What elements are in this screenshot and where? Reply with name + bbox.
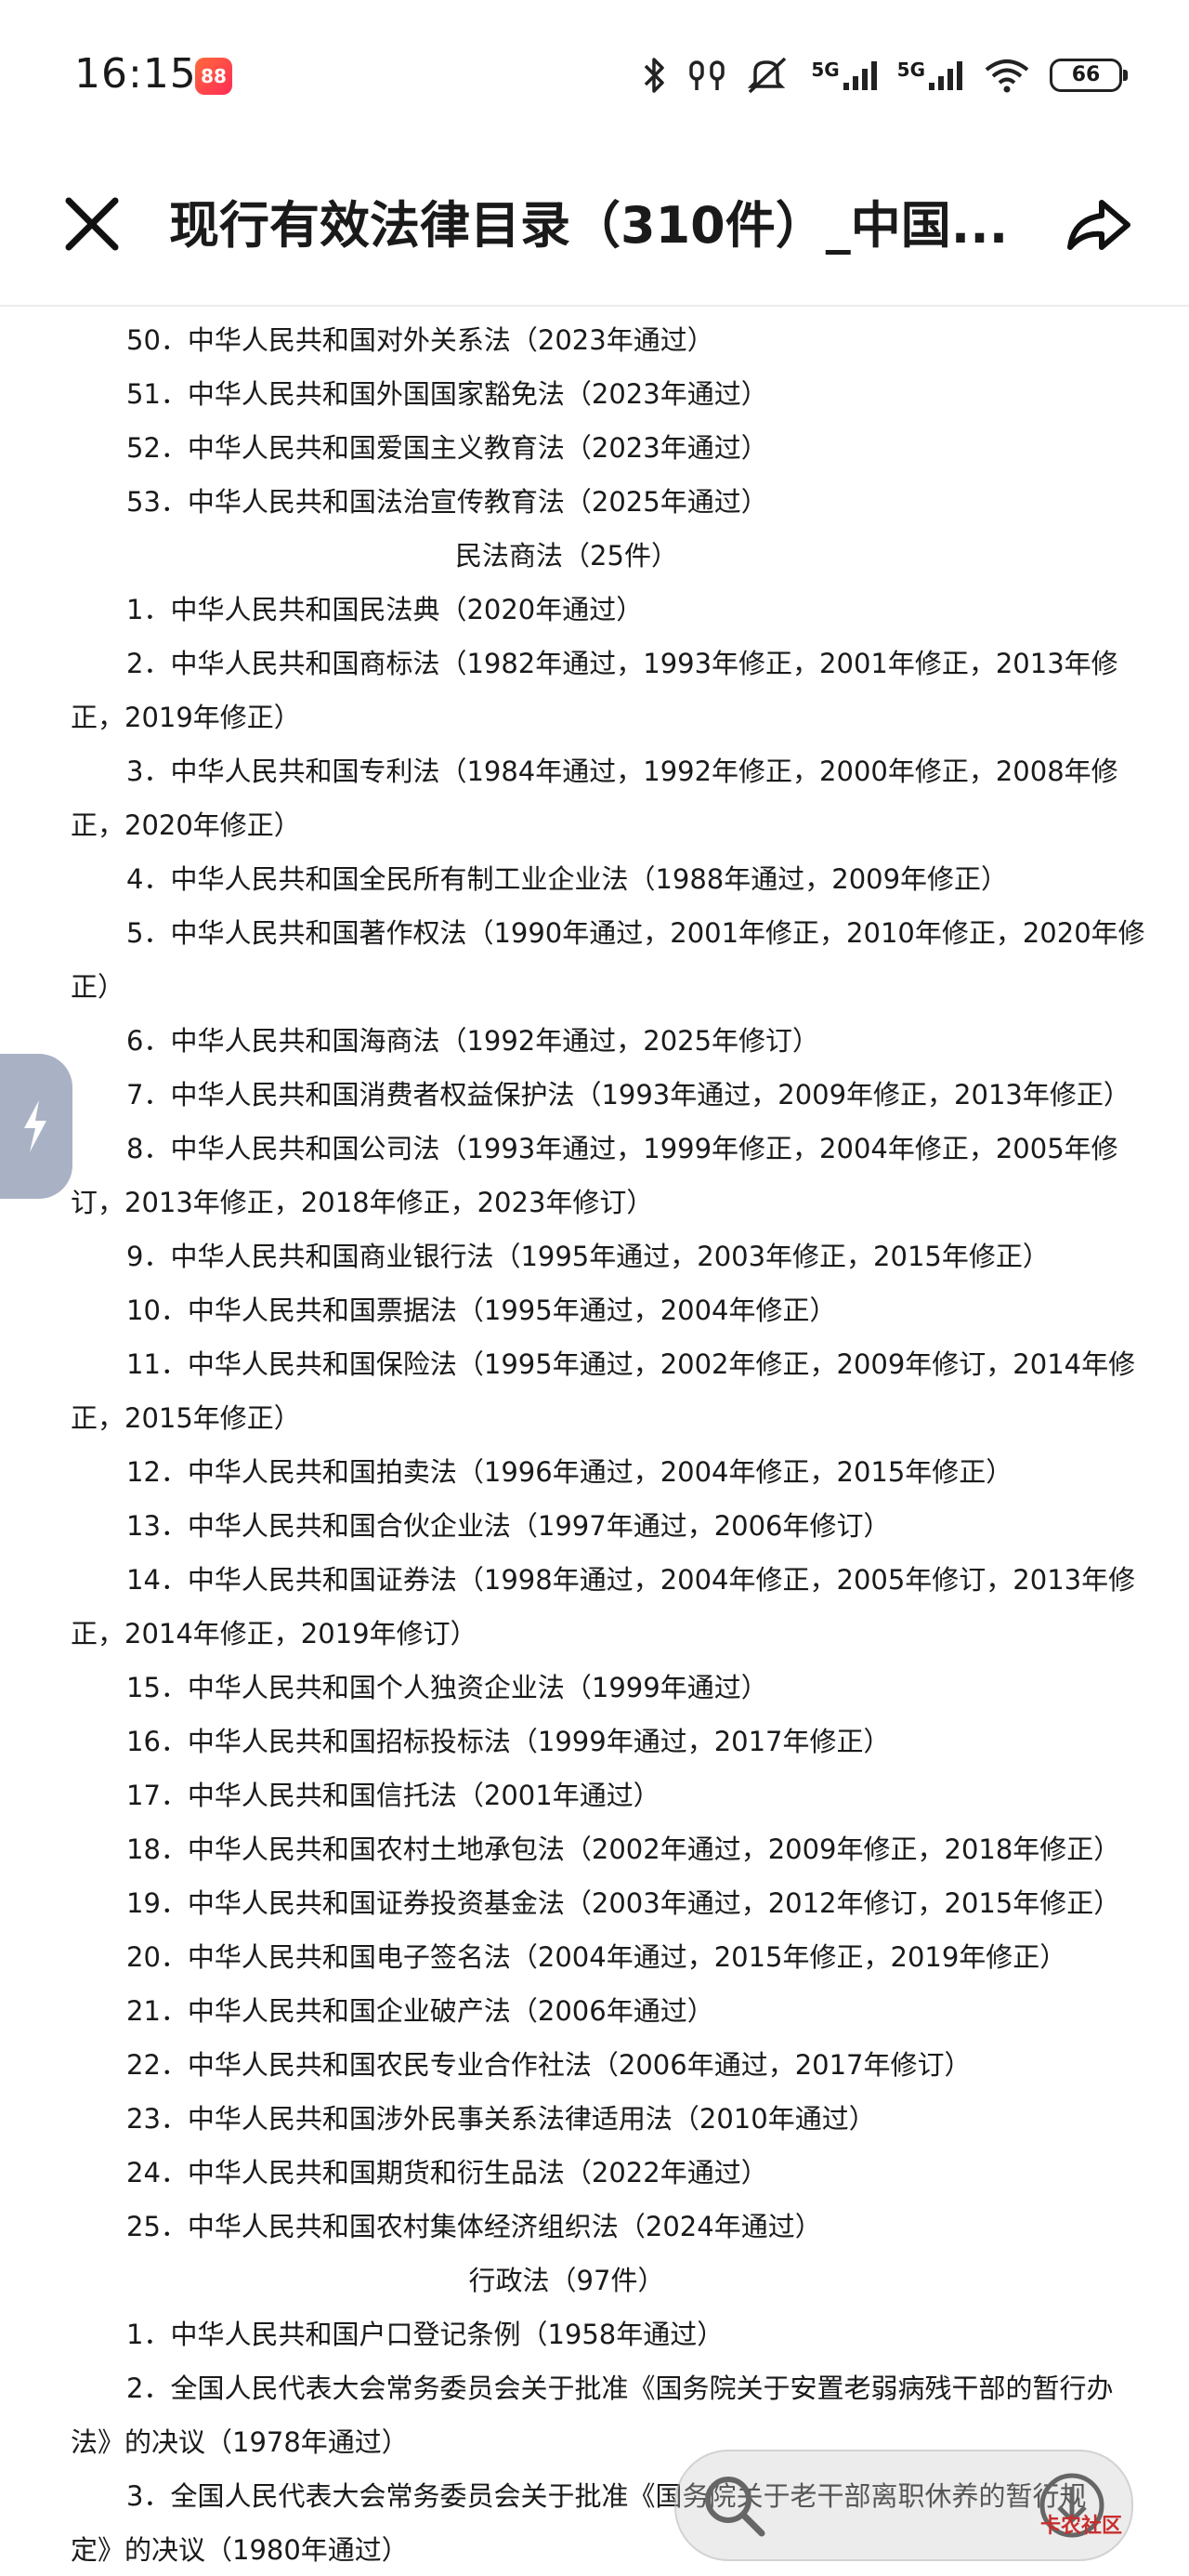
list-item: 13．中华人民共和国合伙企业法（1997年通过，2006年修订） (126, 1510, 891, 1542)
list-item: 18．中华人民共和国农村土地承包法（2002年通过，2009年修正，2018年修… (126, 1833, 1121, 1865)
list-item-continuation: 正） (71, 971, 125, 1003)
list-item: 22．中华人民共和国农民专业合作社法（2006年通过，2017年修订） (126, 2049, 972, 2081)
wifi-icon (983, 57, 1031, 94)
list-item: 10．中华人民共和国票据法（1995年通过，2004年修正） (126, 1295, 837, 1326)
list-item: 53．中华人民共和国法治宣传教育法（2025年通过） (126, 486, 768, 518)
list-item: 16．中华人民共和国招标投标法（1999年通过，2017年修正） (126, 1726, 891, 1757)
list-item: 5．中华人民共和国著作权法（1990年通过，2001年修正，2010年修正，20… (126, 917, 1145, 949)
list-item: 1．中华人民共和国户口登记条例（1958年通过） (126, 2319, 725, 2350)
list-item: 25．中华人民共和国农村集体经济组织法（2024年通过） (126, 2211, 822, 2242)
list-item: 20．中华人民共和国电子签名法（2004年通过，2015年修正，2019年修正） (126, 1941, 1067, 1973)
list-item: 9．中华人民共和国商业银行法（1995年通过，2003年修正，2015年修正） (126, 1241, 1050, 1272)
close-button[interactable] (56, 188, 128, 260)
side-quick-action-handle[interactable] (0, 1054, 72, 1199)
page-title: 现行有效法律目录（310件）_中国... (169, 196, 1009, 255)
list-item: 17．中华人民共和国信托法（2001年通过） (126, 1780, 660, 1811)
status-bar: 16:15 88 5G 5G 66 (0, 0, 1189, 149)
list-item: 6．中华人民共和国海商法（1992年通过，2025年修订） (126, 1025, 820, 1057)
list-item: 11．中华人民共和国保险法（1995年通过，2002年修正，2009年修订，20… (126, 1348, 1136, 1380)
list-item: 24．中华人民共和国期货和衍生品法（2022年通过） (126, 2157, 768, 2188)
bluetooth-icon (640, 55, 668, 96)
list-item-continuation: 正，2020年修正） (71, 809, 301, 841)
list-item: 12．中华人民共和国拍卖法（1996年通过，2004年修正，2015年修正） (126, 1456, 1013, 1488)
list-item-continuation: 正，2019年修正） (71, 702, 301, 733)
share-button[interactable] (1059, 186, 1137, 264)
status-icons: 5G 5G 66 (640, 52, 1128, 99)
list-item: 1．中华人民共和国民法典（2020年通过） (126, 594, 644, 625)
list-item: 7．中华人民共和国消费者权益保护法（1993年通过，2009年修正，2013年修… (126, 1079, 1130, 1111)
share-icon (1067, 200, 1130, 250)
signal-icon-2: 5G (897, 59, 964, 92)
list-item-continuation: 订，2013年修正，2018年修正，2023年修订） (71, 1187, 654, 1218)
watermark-logo: 卡农社区 (1040, 2515, 1123, 2538)
battery-icon: 66 (1050, 59, 1128, 92)
list-item: 52．中华人民共和国爱国主义教育法（2023年通过） (126, 432, 768, 464)
list-item: 14．中华人民共和国证券法（1998年通过，2004年修正，2005年修订，20… (126, 1564, 1136, 1596)
list-item: 19．中华人民共和国证券投资基金法（2003年通过，2012年修订，2015年修… (126, 1887, 1121, 1919)
search-icon[interactable] (695, 2466, 773, 2544)
list-item: 2．全国人民代表大会常务委员会关于批准《国务院关于安置老弱病残干部的暂行办 (126, 2372, 1114, 2404)
article-content: 50．中华人民共和国对外关系法（2023年通过） 51．中华人民共和国外国国家豁… (0, 307, 1189, 2576)
app-notification-icon: 88 (195, 58, 232, 95)
status-time: 16:15 (74, 50, 197, 98)
signal-icon-1: 5G (811, 59, 878, 92)
list-item: 3．中华人民共和国专利法（1984年通过，1992年修正，2000年修正，200… (126, 756, 1118, 787)
list-item: 50．中华人民共和国对外关系法（2023年通过） (126, 324, 714, 356)
list-item: 2．中华人民共和国商标法（1982年通过，1993年修正，2001年修正，201… (126, 648, 1118, 679)
floating-control-pill[interactable] (674, 2450, 1133, 2561)
list-item-continuation: 正，2014年修正，2019年修订） (71, 1618, 477, 1649)
list-item: 51．中华人民共和国外国国家豁免法（2023年通过） (126, 378, 768, 410)
section-heading: 行政法（97件） (468, 2265, 665, 2296)
title-bar: 现行有效法律目录（310件）_中国... (0, 149, 1189, 307)
list-item: 8．中华人民共和国公司法（1993年通过，1999年修正，2004年修正，200… (126, 1133, 1118, 1164)
close-icon (65, 197, 119, 251)
mute-icon (746, 55, 792, 96)
list-item: 4．中华人民共和国全民所有制工业企业法（1988年通过，2009年修正） (126, 863, 1009, 895)
list-item-continuation: 正，2015年修正） (71, 1402, 301, 1434)
earbuds-icon (686, 55, 727, 96)
list-item: 15．中华人民共和国个人独资企业法（1999年通过） (126, 1672, 768, 1703)
list-item: 21．中华人民共和国企业破产法（2006年通过） (126, 1995, 714, 2027)
section-heading: 民法商法（25件） (455, 540, 678, 572)
lightning-icon (24, 1100, 46, 1152)
list-item: 23．中华人民共和国涉外民事关系法律适用法（2010年通过） (126, 2103, 876, 2135)
